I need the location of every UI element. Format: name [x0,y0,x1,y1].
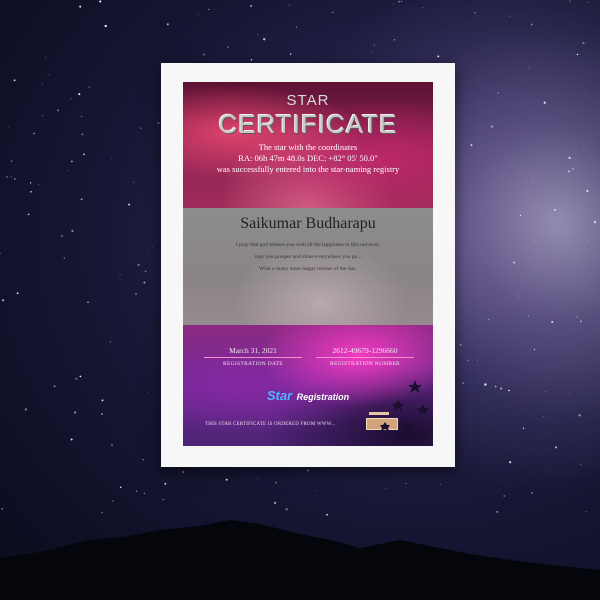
footer-stars [380,380,429,441]
star-certificate: STAR CERTIFICATE The star with the coord… [183,82,433,446]
mountain-silhouette [0,520,600,600]
